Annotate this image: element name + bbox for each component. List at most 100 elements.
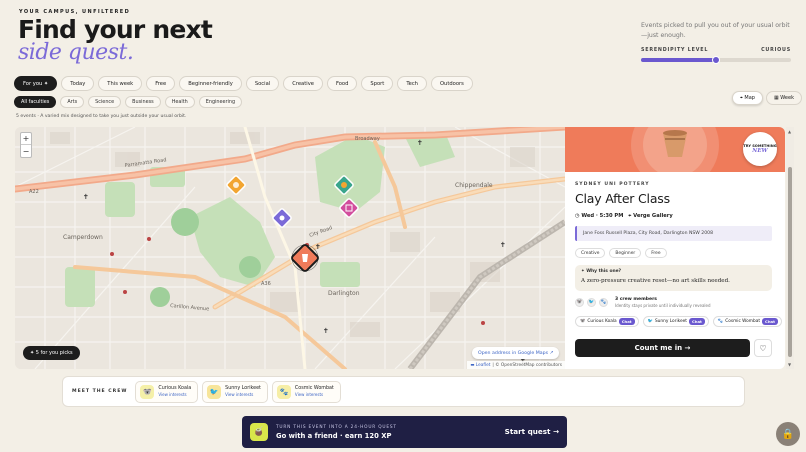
- tagline: Events picked to pull you out of your us…: [641, 22, 790, 39]
- page-title-accent: side quest.: [18, 40, 134, 65]
- member-name: Sunny Lorikeet: [654, 319, 687, 324]
- faculty-chip[interactable]: Science: [88, 96, 122, 108]
- event-tag: Creative: [575, 248, 606, 258]
- quest-icon: 🧉: [250, 423, 268, 441]
- member-icon: 🐦: [647, 319, 653, 324]
- event-hero: TRY SOMETHING NEW: [565, 127, 785, 172]
- attribution-text: | © OpenStreetMap contributors: [492, 362, 562, 368]
- chat-button[interactable]: Chat: [762, 318, 778, 325]
- crew-name: Cosmic Wombat: [294, 386, 334, 391]
- faculty-chip[interactable]: Arts: [60, 96, 85, 108]
- member-chip[interactable]: 🐦 Sunny Lorikeet Chat: [642, 316, 709, 327]
- category-chip[interactable]: Social: [245, 76, 280, 91]
- crew-avatar: 🐨: [575, 298, 584, 307]
- koala-icon: 🐨: [140, 384, 155, 399]
- member-chip[interactable]: 🐨 Curious Koala Chat: [575, 316, 639, 327]
- faculty-chip[interactable]: All faculties: [14, 96, 57, 108]
- wombat-icon: 🐾: [276, 384, 291, 399]
- view-interests-link[interactable]: View interests: [158, 392, 191, 397]
- why-label: ✦ Why this one?: [581, 269, 622, 274]
- event-detail-panel: TRY SOMETHING NEW SYDNEY UNI POTTERY Cla…: [565, 127, 785, 369]
- chat-button[interactable]: Chat: [618, 318, 635, 325]
- member-chip[interactable]: 🐾 Cosmic Wombat Chat: [712, 316, 782, 327]
- view-interests-link[interactable]: View interests: [295, 392, 334, 397]
- lock-icon[interactable]: 🔒: [776, 422, 800, 446]
- zoom-controls: + −: [20, 132, 32, 158]
- meet-the-crew-bar: MEET THE CREW 🐨 Curious Koala View intere…: [62, 376, 745, 407]
- serendipity-label: SERENDIPITY LEVEL: [641, 48, 709, 53]
- view-toggle: ⌖ Map ▦ Week: [732, 91, 802, 105]
- event-address[interactable]: Jane Foss Russell Plaza, City Road, Darl…: [575, 226, 772, 241]
- results-summary: 5 events · A varied mix designed to take…: [16, 114, 187, 119]
- member-name: Curious Koala: [587, 319, 617, 324]
- map-tiles: Parramatta Road Broadway Chippendale Cam…: [15, 127, 565, 369]
- member-icon: 🐾: [717, 319, 724, 324]
- week-view-button[interactable]: ▦ Week: [765, 91, 802, 105]
- serendipity-slider-thumb[interactable]: [712, 56, 720, 64]
- crew-card[interactable]: 🐾 Cosmic Wombat View interests: [271, 380, 341, 403]
- crew-privacy-note: Identity stays private until individuall…: [615, 303, 711, 308]
- serendipity-slider-fill: [641, 58, 716, 62]
- category-chip[interactable]: Today: [61, 76, 95, 91]
- why-text: A zero-pressure creative reset—no art sk…: [581, 278, 730, 284]
- map-view-button[interactable]: ⌖ Map: [732, 91, 763, 105]
- chat-button[interactable]: Chat: [688, 318, 705, 325]
- count-me-in-button[interactable]: Count me in →: [575, 339, 750, 357]
- event-tags: Creative Beginner Free: [575, 248, 667, 258]
- picks-pill[interactable]: ✦ 5 for you picks: [23, 346, 80, 360]
- zoom-out-button[interactable]: −: [21, 145, 31, 157]
- map-attribution: ▬ Leaflet | © OpenStreetMap contributors: [467, 361, 565, 369]
- serendipity-value-label: CURIOUS: [761, 48, 791, 53]
- crew-card[interactable]: 🐦 Sunny Lorikeet View interests: [202, 380, 268, 403]
- event-venue: ⌖ Verge Gallery: [628, 213, 673, 219]
- category-chip[interactable]: Food: [326, 76, 358, 91]
- zoom-in-button[interactable]: +: [21, 133, 31, 145]
- category-chip[interactable]: Tech: [397, 76, 427, 91]
- crew-name: Sunny Lorikeet: [225, 386, 261, 391]
- open-google-maps-button[interactable]: Open address in Google Maps ↗: [472, 347, 560, 359]
- category-chip[interactable]: Sport: [361, 76, 394, 91]
- faculty-chip[interactable]: Health: [164, 96, 195, 108]
- try-new-badge: TRY SOMETHING NEW: [743, 132, 777, 166]
- category-chip[interactable]: This week: [98, 76, 143, 91]
- crew-summary: 🐨 🐦 🐾 3 crew members Identity stays priv…: [575, 297, 711, 308]
- svg-text:✝: ✝: [315, 243, 321, 251]
- panel-scrollbar[interactable]: ▲ ▼: [786, 127, 794, 369]
- svg-text:✝: ✝: [323, 327, 329, 335]
- category-chip[interactable]: Creative: [283, 76, 323, 91]
- street-label: Darlington: [328, 290, 360, 297]
- faculty-chip[interactable]: Business: [125, 96, 161, 108]
- crew-bar-label: MEET THE CREW: [72, 389, 128, 394]
- scroll-up-icon[interactable]: ▲: [788, 129, 791, 134]
- crew-card[interactable]: 🐨 Curious Koala View interests: [135, 380, 199, 403]
- faculty-filters: All faculties Arts Science Business Health En…: [14, 96, 243, 108]
- category-filters: For you ✦ Today This week Free Beginner-frie…: [14, 76, 473, 91]
- why-this-one: ✦ Why this one? A zero-pressure creative…: [575, 265, 772, 291]
- event-map[interactable]: Parramatta Road Broadway Chippendale Cam…: [15, 127, 565, 369]
- start-quest-button[interactable]: Start quest →: [505, 427, 559, 436]
- category-chip[interactable]: For you ✦: [14, 76, 58, 91]
- street-label: A22: [29, 189, 39, 195]
- category-chip[interactable]: Outdoors: [430, 76, 473, 91]
- member-icon: 🐨: [580, 319, 586, 324]
- category-chip[interactable]: Beginner-friendly: [179, 76, 242, 91]
- crew-member-chips: 🐨 Curious Koala Chat 🐦 Sunny Lorikeet Ch…: [575, 316, 782, 327]
- scroll-down-icon[interactable]: ▼: [788, 362, 791, 367]
- serendipity-labels: SERENDIPITY LEVEL CURIOUS: [641, 48, 791, 53]
- leaflet-link[interactable]: ▬ Leaflet: [470, 363, 490, 368]
- category-chip[interactable]: Free: [146, 76, 176, 91]
- serendipity-slider[interactable]: [641, 56, 791, 64]
- svg-text:✝: ✝: [83, 193, 89, 201]
- view-interests-link[interactable]: View interests: [225, 392, 261, 397]
- crew-count: 3 crew members: [615, 297, 657, 302]
- badge-new: NEW: [752, 148, 768, 155]
- heart-icon[interactable]: ♡: [754, 339, 772, 357]
- faculty-chip[interactable]: Engineering: [198, 96, 243, 108]
- quest-eyebrow: TURN THIS EVENT INTO A 24-HOUR QUEST: [276, 424, 397, 430]
- event-title: Clay After Class: [575, 191, 670, 206]
- event-tag: Beginner: [609, 248, 642, 258]
- svg-text:✝: ✝: [500, 241, 506, 249]
- crew-avatar: 🐦: [587, 298, 596, 307]
- scrollbar-thumb[interactable]: [788, 167, 792, 357]
- quest-banner[interactable]: 🧉 TURN THIS EVENT INTO A 24-HOUR QUEST G…: [242, 416, 567, 448]
